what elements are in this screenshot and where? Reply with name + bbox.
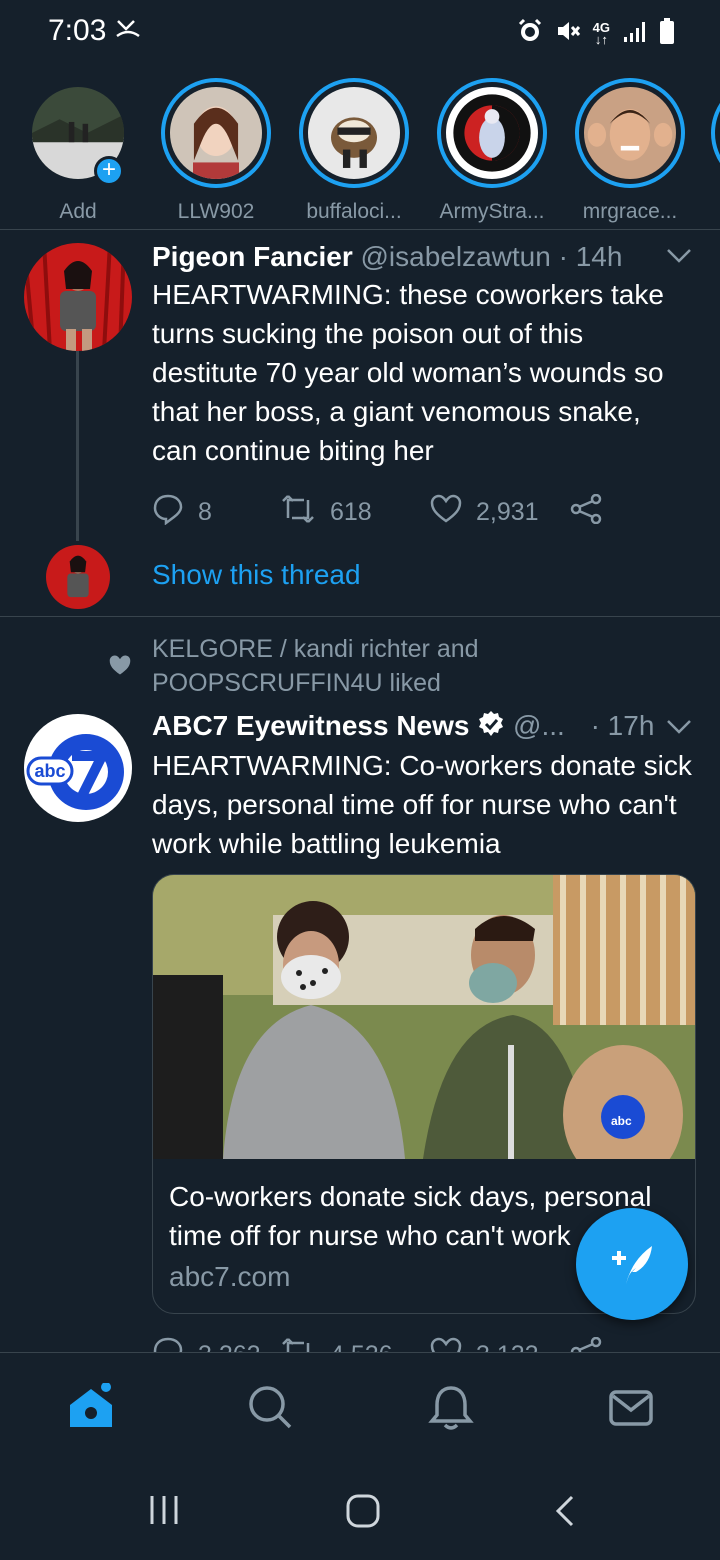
share-icon [570,1336,602,1352]
svg-text:abc: abc [34,761,65,781]
network-icon: 4G ↓↑ [592,19,610,47]
heart-icon [430,494,462,531]
home-button[interactable] [346,1494,380,1533]
avatar [308,87,400,179]
status-time: 7:03 [48,14,107,47]
timestamp[interactable]: · 14h [559,241,623,272]
system-navigation [0,1462,720,1560]
share-button[interactable] [570,493,602,531]
status-icons: 4G ↓↑ [517,18,674,49]
missed-call-icon [116,18,140,45]
reply-button[interactable]: 3,262 [152,1336,280,1352]
mute-icon [555,18,581,49]
fleet-label: Add [59,200,97,223]
like-button[interactable]: 2,931 [430,494,570,531]
fleet-next[interactable] [706,78,720,188]
fleet-add[interactable]: + Add [18,78,138,224]
handle[interactable]: @... [513,710,565,741]
fleets-row: + Add LLW902 buffaloci... ArmyStra... mr… [0,64,720,230]
tweet-text: HEARTWARMING: these coworkers take turns… [152,279,664,466]
search-icon [246,1386,296,1437]
retweet-count: 4,526 [330,1341,393,1352]
nav-search[interactable] [246,1383,296,1433]
share-button[interactable] [570,1336,602,1352]
avatar[interactable] [24,243,132,351]
reply-icon [152,1336,184,1352]
bell-icon [426,1386,476,1437]
retweet-icon [280,1337,316,1352]
retweet-button[interactable]: 4,526 [280,1337,430,1352]
alarm-icon [517,18,543,49]
avatar [446,87,538,179]
handle[interactable]: @isabelzawtun [361,241,551,272]
fleet-mrgrace[interactable]: mrgrace... [570,78,690,224]
chevron-down-icon[interactable] [666,718,692,741]
tweet-header: ABC7 Eyewitness News @... · 17h [152,710,654,745]
nav-home[interactable] [66,1382,116,1433]
display-name[interactable]: ABC7 Eyewitness News [152,710,469,741]
liked-heart-icon [108,654,132,681]
fleet-label: LLW902 [177,200,255,223]
back-button[interactable] [552,1494,580,1533]
fleet-armystra[interactable]: ArmyStra... [432,78,552,224]
thread-avatar[interactable] [46,545,110,609]
signal-icon [622,19,648,48]
card-domain: abc7.com [169,1261,291,1292]
bottom-navigation [0,1352,720,1462]
like-button[interactable]: 3,122 [430,1337,570,1352]
fleet-label: ArmyStra... [439,200,545,223]
timestamp[interactable]: · 17h [591,710,655,741]
nav-notifications[interactable] [426,1383,476,1433]
reply-button[interactable]: 8 [152,493,280,532]
retweet-count: 618 [330,498,372,526]
thread-line [76,351,79,541]
like-count: 2,931 [476,498,539,526]
chevron-down-icon[interactable] [666,247,692,270]
show-thread-link[interactable]: Show this thread [152,559,361,591]
retweet-button[interactable]: 618 [280,494,430,531]
tweet-header: Pigeon Fancier @isabelzawtun · 14h [152,241,622,273]
home-icon [66,1382,116,1437]
svg-text:abc: abc [611,1114,632,1128]
display-name[interactable]: Pigeon Fancier [152,241,353,272]
share-icon [570,493,602,531]
heart-icon [430,1337,462,1352]
tweet[interactable]: Pigeon Fancier @isabelzawtun · 14h HEART… [0,231,720,617]
like-count: 3,122 [476,1341,539,1352]
reply-count: 8 [198,498,212,526]
avatar[interactable]: abc [24,714,132,822]
fleet-label: buffaloci... [306,200,402,223]
compose-feather-icon [606,1238,658,1295]
reply-count: 3,262 [198,1341,261,1352]
battery-icon [660,18,674,49]
status-bar: 7:03 4G ↓↑ [0,0,720,64]
avatar [170,87,262,179]
add-fleet-icon: + [94,156,124,186]
reply-icon [152,493,184,532]
tweet-text: HEARTWARMING: Co-workers donate sick day… [152,750,692,859]
verified-badge-icon [477,710,505,745]
compose-tweet-button[interactable] [576,1208,688,1320]
recent-apps-button[interactable] [148,1494,180,1531]
nav-messages[interactable] [606,1383,656,1433]
tweet-actions: 3,262 4,526 3,122 [152,1336,602,1352]
fleet-buffaloci[interactable]: buffaloci... [294,78,414,224]
avatar [584,87,676,179]
social-context[interactable]: KELGORE / kandi richter and POOPSCRUFFIN… [152,632,552,700]
retweet-icon [280,494,316,531]
card-image: abc [153,875,695,1185]
tweet-actions: 8 618 2,931 [152,493,602,532]
mail-icon [606,1390,656,1437]
fleet-llw902[interactable]: LLW902 [156,78,276,224]
fleet-label: mrgrace... [582,200,678,223]
